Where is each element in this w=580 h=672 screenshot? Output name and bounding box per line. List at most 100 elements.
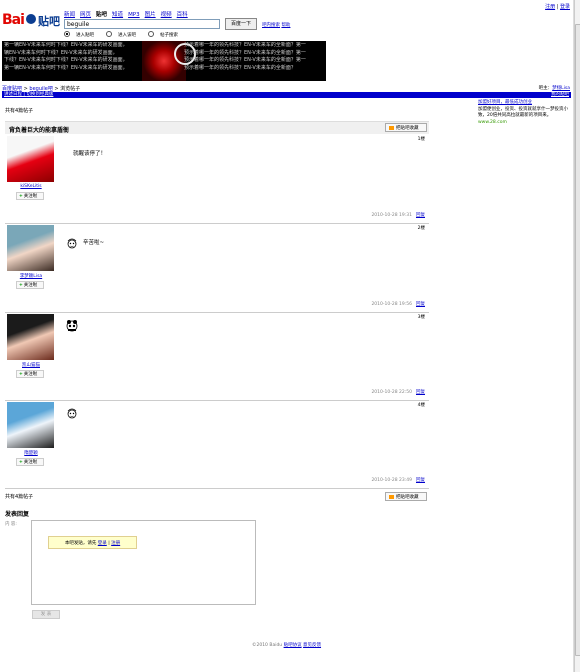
floor-number: 2楼 (417, 226, 425, 231)
post-item: 隋楚颖 +关注啦 4楼 2010-10-28 23:49 回复 (5, 400, 429, 489)
reply-title: 发表回复 (5, 511, 30, 518)
submit-button[interactable]: 发 表 (32, 610, 60, 619)
face-icon (67, 408, 77, 419)
sidebar-ad-text: 加盟便创业，投资、投资就就享什一梦投资小致，20倍共同高拉就最新的项目来。 (478, 106, 568, 119)
bar-owner: 吧主：梦栩Lisa (538, 86, 570, 91)
post-item: 李梦颖Lisa +关注啦 2楼辛苦啦~ 2010-10-28 19:56 回复 (5, 223, 429, 313)
product-nav: 新闻 网页 贴吧 知道 MP3 图片 视频 百科 (64, 10, 193, 18)
plus-icon: + (19, 460, 23, 465)
footer-link-agreement[interactable]: 贴吧协议 (284, 643, 302, 648)
post-item: kiSKeLitis +关注啦 1楼就醒该停了！ 2010-10-28 19:31 回复 (5, 134, 429, 224)
collect-button-bottom[interactable]: 把贴吧收藏 (385, 492, 427, 501)
top-links: 注册 | 登录 (545, 4, 570, 10)
user-name[interactable]: kiSKeLitis (5, 184, 57, 189)
post-content: 辛苦啦~ (83, 240, 105, 246)
nav-item[interactable]: 新闻 (64, 12, 75, 18)
scrollbar-thumb[interactable] (575, 24, 580, 656)
post-meta: 2010-10-28 19:56 回复 (371, 301, 425, 307)
post-item: 凯山猫猫 +关注啦 3楼 2010-10-28 22:50 回复 (5, 312, 429, 401)
content-label: 内 容: (5, 522, 17, 527)
nav-item[interactable]: 网页 (80, 12, 91, 18)
floor-number: 1楼 (417, 137, 425, 142)
post-meta: 2010-10-28 23:49 回复 (371, 477, 425, 483)
search-button[interactable]: 百度一下 (225, 18, 257, 30)
toolbar-left-link[interactable]: 讲述日程 | 切换到经典版 (4, 92, 53, 98)
post-count-bottom: 共有4篇帖子 (5, 494, 34, 500)
follow-button[interactable]: +关注啦 (16, 192, 44, 200)
star-icon (389, 125, 394, 130)
star-icon (389, 494, 394, 499)
vertical-scrollbar[interactable] (574, 0, 580, 672)
search-input[interactable]: beguile (64, 19, 220, 29)
nav-item[interactable]: 图片 (145, 12, 156, 18)
nav-item[interactable]: 视频 (161, 12, 172, 18)
user-name[interactable]: 隋楚颖 (5, 450, 57, 456)
post-meta: 2010-10-28 19:31 回复 (371, 212, 425, 218)
post-time: 2010-10-28 22:50 (371, 390, 412, 395)
reply-link[interactable]: 回复 (416, 390, 425, 395)
post-meta: 2010-10-28 22:50 回复 (371, 389, 425, 395)
footer-link-feedback[interactable]: 意见反馈 (303, 643, 321, 648)
post-time: 2010-10-28 19:31 (371, 213, 412, 218)
user-avatar[interactable] (7, 402, 54, 448)
search-mode-option[interactable]: 进入贴吧 (64, 31, 100, 38)
paw-icon (26, 14, 36, 24)
follow-button[interactable]: +关注啦 (16, 281, 44, 289)
radio-icon[interactable] (64, 31, 70, 37)
sidebar-ad: 加盟好项目，最低成功创业 加盟便创业，投资、投资就就享什一梦投资小致，20倍共同… (478, 100, 570, 126)
panda-icon (66, 320, 78, 332)
reply-textarea[interactable] (31, 520, 256, 605)
floor-number: 3楼 (417, 315, 425, 320)
user-name[interactable]: 凯山猫猫 (5, 362, 57, 368)
in-bar-search-link[interactable]: 吧内搜索 (262, 23, 280, 28)
bar-owner-link[interactable]: 梦栩Lisa (552, 86, 570, 91)
user-avatar[interactable] (7, 136, 54, 182)
post-content: 就醒该停了！ (73, 151, 107, 157)
ad-banner[interactable]: 第一辆EN-V未来车何时下线？EN-V未来车的研发画面， 辆EN-V未来车何时下… (2, 41, 326, 81)
nav-item: 贴吧 (96, 12, 108, 18)
tip-register-link[interactable]: 注册 (111, 541, 120, 546)
reply-link[interactable]: 回复 (416, 302, 425, 307)
thread-title-bar: 背负着巨大的能拿盾衙 把贴吧收藏 (5, 121, 429, 134)
face-icon (67, 238, 77, 249)
user-avatar[interactable] (7, 314, 54, 360)
user-avatar[interactable] (7, 225, 54, 271)
follow-button[interactable]: +关注啦 (16, 458, 44, 466)
footer: ©2010 Baidu 贴吧协议 意见反馈 (0, 642, 573, 648)
plus-icon: + (19, 283, 23, 288)
collect-button[interactable]: 把贴吧收藏 (385, 123, 427, 132)
baidu-tieba-logo[interactable]: Bai 贴吧 (2, 10, 60, 32)
plus-icon: + (19, 372, 23, 377)
sidebar-ad-url[interactable]: www.28.com (478, 120, 570, 127)
banner-text-right: 预示着哪一年的领先科技？EN-V未来车的全新面？第一 预示着哪一年的领先科技？E… (184, 42, 306, 71)
breadcrumb: 百度贴吧 > beguile吧 > 浏览帖子 (2, 85, 80, 92)
tip-login-link[interactable]: 登录 (98, 541, 107, 546)
copyright: ©2010 Baidu (251, 643, 283, 648)
reply-link[interactable]: 回复 (416, 478, 425, 483)
blue-toolbar: 讲述日程 | 切换到经典版 我的贴吧 (2, 92, 571, 98)
login-link[interactable]: 登录 (560, 4, 570, 10)
login-tip: 本吧发贴，请先 登录 | 注册 (48, 536, 137, 549)
nav-item[interactable]: 百科 (177, 12, 188, 18)
nav-item[interactable]: MP3 (128, 12, 140, 18)
radio-icon[interactable] (148, 31, 154, 37)
thread-title: 背负着巨大的能拿盾衙 (9, 127, 70, 134)
user-name[interactable]: 李梦颖Lisa (5, 273, 57, 279)
follow-button[interactable]: +关注啦 (16, 370, 44, 378)
post-count: 共有4篇帖子 (5, 108, 34, 114)
search-mode-option[interactable]: 帖子搜索 (148, 31, 184, 38)
register-link[interactable]: 注册 (545, 4, 555, 10)
my-tieba-link[interactable]: 我的贴吧 (551, 92, 569, 98)
banner-text-left: 第一辆EN-V未来车何时下线？EN-V未来车的研发画面， 辆EN-V未来车何时下… (4, 42, 128, 71)
search-links: 吧内搜索 帮助 (262, 22, 290, 28)
search-mode-option[interactable]: 进入该吧 (106, 31, 142, 38)
post-time: 2010-10-28 23:49 (371, 478, 412, 483)
nav-item[interactable]: 知道 (112, 12, 123, 18)
post-time: 2010-10-28 19:56 (371, 302, 412, 307)
help-link[interactable]: 帮助 (281, 23, 290, 28)
radio-icon[interactable] (106, 31, 112, 37)
search-mode-radios: 进入贴吧 进入该吧 帖子搜索 (64, 31, 190, 38)
floor-number: 4楼 (417, 403, 425, 408)
reply-link[interactable]: 回复 (416, 213, 425, 218)
plus-icon: + (19, 194, 23, 199)
